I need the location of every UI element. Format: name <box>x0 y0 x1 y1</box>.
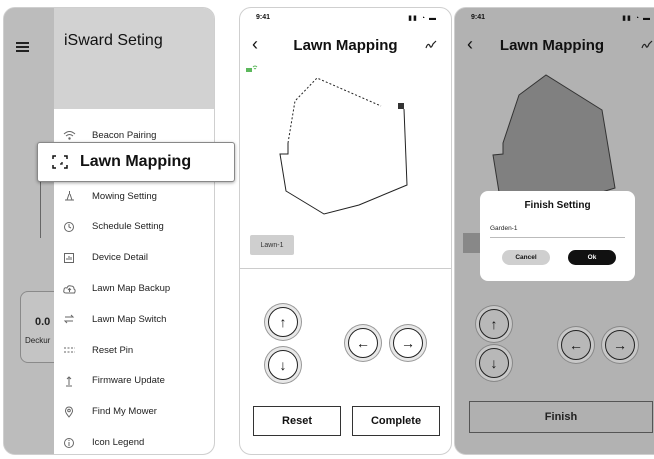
divider <box>240 268 451 269</box>
arrow-right-button[interactable]: → <box>393 328 423 358</box>
signal-battery-icon: ▮▮ ◔ ▬ <box>622 15 651 22</box>
menu-item-reset-pin[interactable]: Reset Pin <box>54 335 214 366</box>
finish-button[interactable]: Finish <box>469 401 653 433</box>
menu-item-label: Reset Pin <box>92 344 134 356</box>
wifi-beacon-icon <box>62 128 76 142</box>
menu-item-lawn-map-switch[interactable]: Lawn Map Switch <box>54 304 214 335</box>
reset-button[interactable]: Reset <box>253 406 341 436</box>
menu-item-label: Lawn Map Backup <box>92 283 171 295</box>
arrow-right-icon: → <box>613 337 627 353</box>
arrow-left-button[interactable]: ← <box>561 330 591 360</box>
garden-name-input[interactable]: Garden-1 <box>490 225 517 232</box>
arrow-down-button[interactable]: ↓ <box>268 350 298 380</box>
menu-item-lawn-map-backup[interactable]: Lawn Map Backup <box>54 273 214 304</box>
status-time: 9:41 <box>256 14 271 21</box>
lawn-map-canvas[interactable]: Lawn-1 <box>240 58 451 269</box>
drawer-header: iSward Seting <box>54 8 214 109</box>
hamburger-menu-icon[interactable] <box>16 42 29 52</box>
menu-item-label: Firmware Update <box>92 375 165 387</box>
arrow-right-icon: → <box>401 335 415 351</box>
finish-setting-dialog: Finish Setting Garden-1 Cancel Ok <box>480 191 635 281</box>
menu-item-label: Beacon Pairing <box>92 129 157 141</box>
menu-item-lawn-mapping[interactable]: Lawn Mapping <box>37 142 235 182</box>
menu-item-label: Device Detail <box>92 252 148 264</box>
page-title: Lawn Mapping <box>293 37 398 54</box>
dialog-title: Finish Setting <box>524 200 591 211</box>
input-underline <box>490 237 625 238</box>
arrow-up-icon: ↑ <box>279 314 287 330</box>
menu-item-icon-legend[interactable]: Icon Legend <box>54 427 214 454</box>
pin-dots-icon <box>62 343 76 357</box>
location-icon <box>62 405 76 419</box>
edit-signature-icon[interactable] <box>641 40 653 53</box>
menu-item-device-detail[interactable]: Device Detail <box>54 242 214 273</box>
arrow-up-icon: ↑ <box>490 316 498 332</box>
status-bar: 9:41 ▮▮ ◔ ▬ <box>240 14 451 26</box>
menu-item-firmware-update[interactable]: Firmware Update <box>54 366 214 397</box>
clock-icon <box>62 220 76 234</box>
complete-button[interactable]: Complete <box>352 406 440 436</box>
menu-item-find-my-mower[interactable]: Find My Mower <box>54 396 214 427</box>
arrow-down-button[interactable]: ↓ <box>479 348 509 378</box>
arrow-down-icon: ↓ <box>490 355 498 371</box>
arrow-up-button[interactable]: ↑ <box>479 309 509 339</box>
mower-blade-icon <box>62 189 76 203</box>
drawer-title: iSward Seting <box>64 32 163 49</box>
cancel-button[interactable]: Cancel <box>502 250 550 265</box>
update-icon <box>62 374 76 388</box>
arrow-up-button[interactable]: ↑ <box>268 307 298 337</box>
lawn-mapping-screen: 9:41 ▮▮ ◔ ▬ ‹ Lawn Mapping Lawn-1 ↑ ↓ ← … <box>239 7 452 455</box>
menu-item-label: Icon Legend <box>92 437 145 449</box>
page-title: Lawn Mapping <box>499 37 605 54</box>
lawn-boundary-path <box>279 77 408 215</box>
menu-item-mowing-setting[interactable]: Mowing Setting <box>54 181 214 212</box>
map-frame-icon <box>52 155 68 169</box>
menu-item-label: Lawn Mapping <box>80 153 192 170</box>
finish-setting-screen: 9:41 ▮▮ ◔ ▬ ‹ Lawn Mapping + Finish Sett… <box>454 7 654 455</box>
status-time: 9:41 <box>471 14 486 21</box>
arrow-right-button[interactable]: → <box>605 330 635 360</box>
ok-button[interactable]: Ok <box>568 250 616 265</box>
menu-item-label: Mowing Setting <box>92 190 157 202</box>
swap-icon <box>62 312 76 326</box>
drawer-screen: 0.0 Deckur iSward Seting Beacon Pairing … <box>3 7 215 455</box>
status-bar: 9:41 ▮▮ ◔ ▬ <box>455 14 654 26</box>
lawn-chip[interactable]: Lawn-1 <box>250 235 294 255</box>
cloud-icon <box>62 282 76 296</box>
menu-item-label: Find My Mower <box>92 406 157 418</box>
menu-item-label: Lawn Map Switch <box>92 313 167 325</box>
signal-battery-icon: ▮▮ ◔ ▬ <box>408 15 437 22</box>
card-value: 0.0 <box>35 316 51 328</box>
arrow-left-button[interactable]: ← <box>348 328 378 358</box>
side-drawer: iSward Seting Beacon Pairing Mowing Sett… <box>54 8 214 454</box>
card-label: Deckur <box>25 336 51 345</box>
arrow-down-icon: ↓ <box>279 357 287 373</box>
menu-item-schedule-setting[interactable]: Schedule Setting <box>54 212 214 243</box>
chart-icon <box>62 251 76 265</box>
arrow-left-icon: ← <box>356 335 370 351</box>
arrow-left-icon: ← <box>569 337 583 353</box>
mower-marker <box>398 103 404 109</box>
info-icon <box>62 436 76 450</box>
menu-item-label: Schedule Setting <box>92 221 164 233</box>
edit-signature-icon[interactable] <box>425 40 437 53</box>
